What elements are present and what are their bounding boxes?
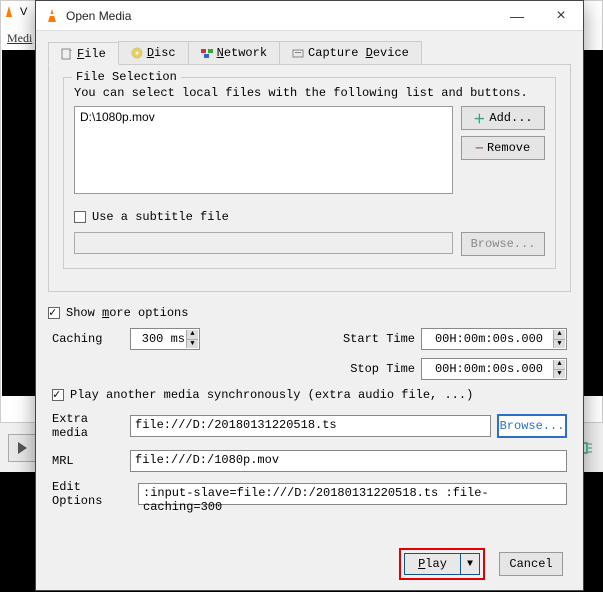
- spin-up-icon[interactable]: ▲: [553, 360, 565, 370]
- network-icon: [201, 47, 213, 59]
- plus-icon: ＋: [473, 110, 485, 127]
- show-more-options-label: Show more options: [66, 306, 188, 320]
- spin-down-icon[interactable]: ▼: [553, 340, 565, 349]
- close-button[interactable]: ×: [539, 1, 583, 30]
- file-selection-legend: File Selection: [72, 70, 181, 84]
- play-button-highlight: Play ▼: [399, 548, 485, 580]
- advanced-options: Caching 300 ms ▲▼ Start Time 00H:00m:00s…: [48, 328, 571, 516]
- vlc-cone-icon: [44, 8, 60, 24]
- stop-time-value: 00H:00m:00s.000: [435, 362, 543, 376]
- spin-down-icon[interactable]: ▼: [553, 370, 565, 379]
- spin-up-icon[interactable]: ▲: [186, 330, 198, 340]
- edit-options-label: Edit Options: [52, 480, 132, 508]
- extra-browse-button[interactable]: Browse...: [497, 414, 567, 438]
- caching-label: Caching: [52, 332, 124, 346]
- tabs: File Disc Network Capture Device: [48, 41, 571, 65]
- play-dropdown-button[interactable]: ▼: [460, 553, 480, 575]
- bg-title-text: V: [20, 6, 27, 18]
- tab-file[interactable]: File: [48, 42, 119, 65]
- mrl-input[interactable]: file:///D:/1080p.mov: [130, 450, 567, 472]
- start-time-label: Start Time: [343, 332, 415, 346]
- open-media-dialog: Open Media — × File Disc Network Capture…: [35, 0, 584, 591]
- subtitle-path-input: [74, 232, 453, 254]
- tab-panel-file: File Selection You can select local file…: [48, 65, 571, 292]
- file-icon: [61, 48, 73, 60]
- bg-play-button[interactable]: [8, 434, 36, 462]
- start-time-value: 00H:00m:00s.000: [435, 332, 543, 346]
- add-button-label: Add...: [489, 111, 532, 125]
- file-list-item[interactable]: D:\1080p.mov: [80, 110, 447, 124]
- play-sync-label: Play another media synchronously (extra …: [70, 388, 473, 402]
- vlc-cone-icon: [2, 5, 16, 19]
- file-selection-fieldset: File Selection You can select local file…: [63, 77, 556, 269]
- edit-options-input[interactable]: :input-slave=file:///D:/20180131220518.t…: [138, 483, 567, 505]
- file-list[interactable]: D:\1080p.mov: [74, 106, 453, 194]
- dialog-title: Open Media: [66, 9, 495, 23]
- disc-icon: [131, 47, 143, 59]
- play-sync-checkbox[interactable]: [52, 389, 64, 401]
- dialog-buttons: Play ▼ Cancel: [48, 538, 571, 590]
- show-more-options-checkbox[interactable]: [48, 307, 60, 319]
- remove-button[interactable]: — Remove: [461, 136, 545, 160]
- tab-network[interactable]: Network: [188, 41, 280, 64]
- add-button[interactable]: ＋ Add...: [461, 106, 545, 130]
- capture-icon: [292, 47, 304, 59]
- subtitle-checkbox[interactable]: [74, 211, 86, 223]
- subtitle-browse-button: Browse...: [461, 232, 545, 256]
- caching-spinner[interactable]: 300 ms ▲▼: [130, 328, 200, 350]
- file-selection-desc: You can select local files with the foll…: [74, 86, 545, 100]
- start-time-spinner[interactable]: 00H:00m:00s.000 ▲▼: [421, 328, 567, 350]
- dialog-titlebar: Open Media — ×: [36, 1, 583, 31]
- play-button[interactable]: Play: [404, 553, 460, 575]
- extra-media-input[interactable]: file:///D:/20180131220518.ts: [130, 415, 491, 437]
- caching-value: 300 ms: [142, 332, 185, 346]
- minimize-button[interactable]: —: [495, 1, 539, 30]
- spin-up-icon[interactable]: ▲: [553, 330, 565, 340]
- tab-file-label: ile: [84, 47, 106, 61]
- bg-menu-text: Medi: [7, 31, 32, 46]
- stop-time-spinner[interactable]: 00H:00m:00s.000 ▲▼: [421, 358, 567, 380]
- minus-icon: —: [476, 141, 483, 155]
- stop-time-label: Stop Time: [350, 362, 415, 376]
- spin-down-icon[interactable]: ▼: [186, 340, 198, 349]
- cancel-button[interactable]: Cancel: [499, 552, 563, 576]
- tab-capture[interactable]: Capture Device: [279, 41, 422, 64]
- tab-disc[interactable]: Disc: [118, 41, 189, 64]
- extra-media-label: Extra media: [52, 412, 124, 440]
- remove-button-label: Remove: [487, 141, 530, 155]
- play-icon: [18, 442, 27, 454]
- mrl-label: MRL: [52, 454, 124, 468]
- subtitle-checkbox-label: Use a subtitle file: [92, 210, 229, 224]
